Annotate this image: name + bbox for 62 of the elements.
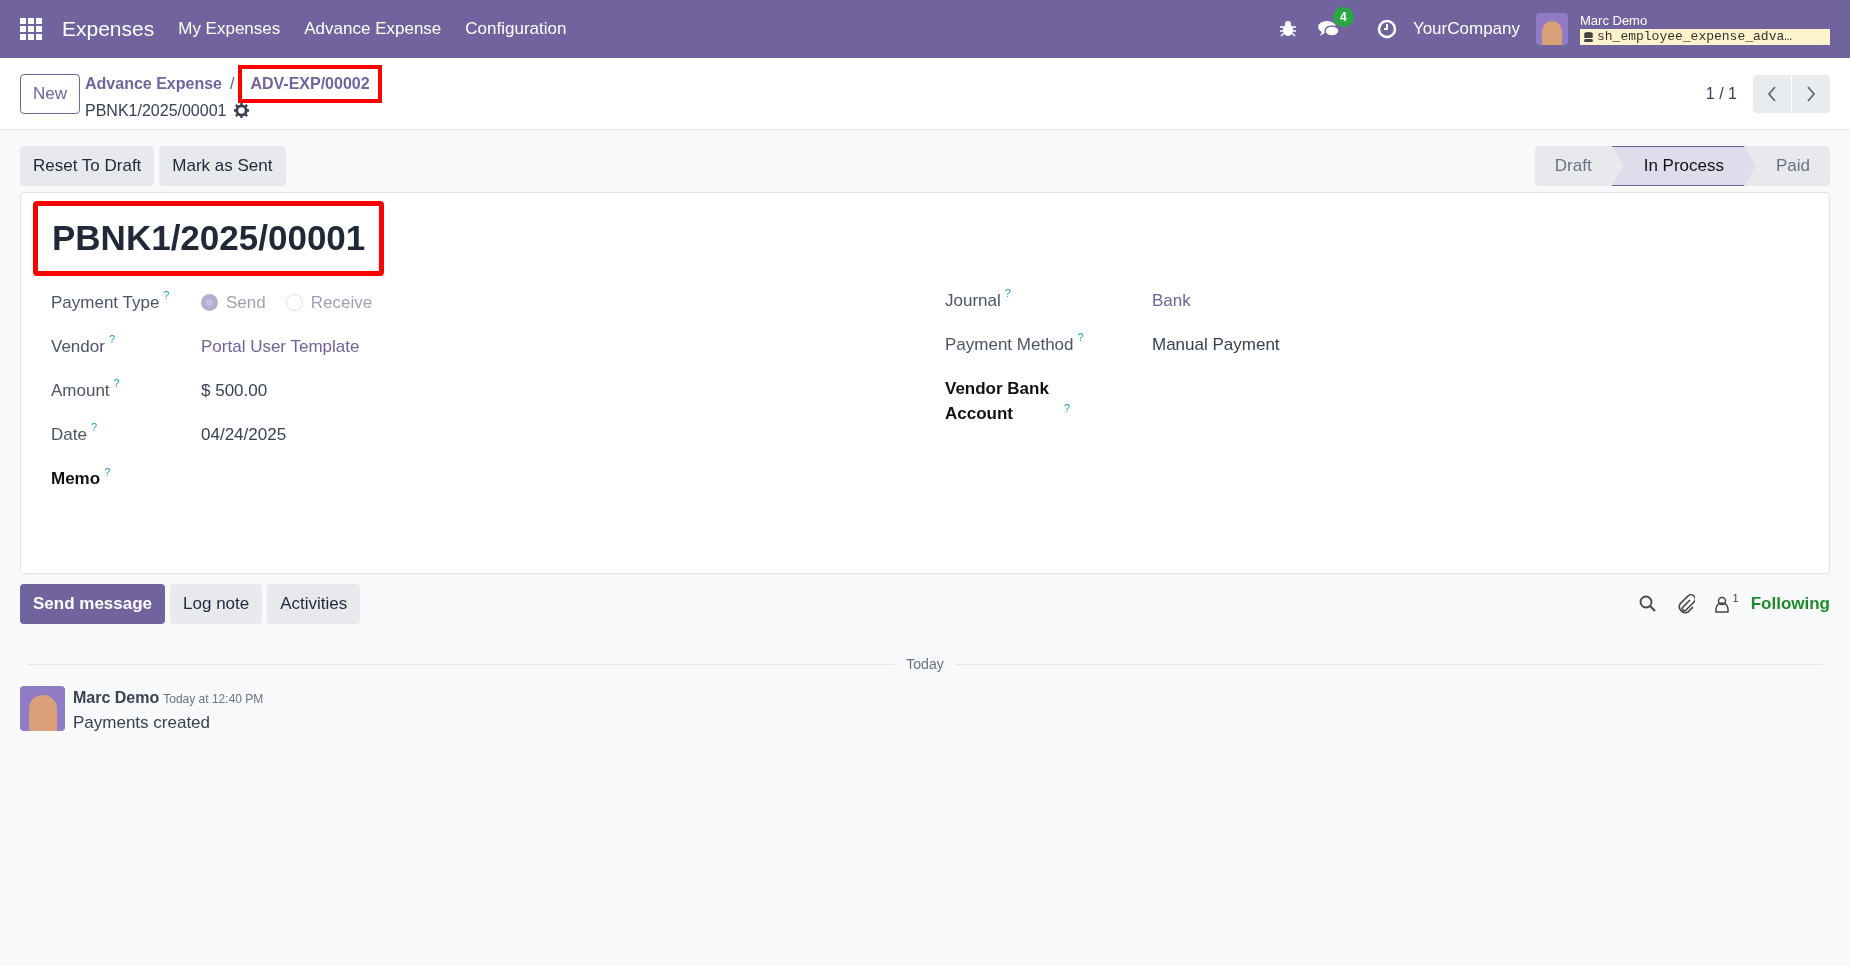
help-mark[interactable]: ?: [1064, 402, 1071, 415]
field-label: Vendor Bank Account: [945, 377, 1050, 425]
help-mark[interactable]: ?: [90, 421, 98, 434]
field-label: Date: [51, 423, 87, 446]
breadcrumb-current[interactable]: ADV-EXP/00002: [250, 74, 370, 92]
action-button[interactable]: Mark as Sent: [159, 146, 286, 186]
chatter-tab[interactable]: Log note: [170, 584, 263, 624]
field-label: Journal: [945, 289, 1001, 312]
chat-bubbles-icon[interactable]: [1316, 19, 1341, 39]
field-link[interactable]: Portal User Template: [201, 333, 360, 359]
nav-menu-item[interactable]: My Expenses: [178, 16, 281, 42]
status-stage[interactable]: Paid: [1755, 146, 1830, 186]
help-mark[interactable]: ?: [1077, 331, 1085, 344]
help-mark[interactable]: ?: [1004, 287, 1012, 300]
clock-icon[interactable]: [1376, 19, 1397, 39]
chevron-left-icon: [1767, 85, 1777, 102]
status-stage[interactable]: In Process: [1611, 146, 1756, 186]
nav-menu-item[interactable]: Configuration: [465, 16, 567, 42]
paperclip-icon[interactable]: [1676, 594, 1695, 614]
search-icon[interactable]: [1638, 595, 1657, 613]
field-link[interactable]: Bank: [1152, 287, 1191, 313]
field-label: Payment Type: [51, 291, 160, 314]
help-mark[interactable]: ?: [163, 289, 171, 302]
help-mark[interactable]: ?: [104, 467, 112, 479]
field-label: Vendor: [51, 335, 105, 358]
gear-icon[interactable]: [234, 103, 250, 118]
person-icon[interactable]: [1714, 595, 1729, 613]
new-button[interactable]: New: [20, 73, 80, 114]
status-stage[interactable]: Draft: [1534, 146, 1612, 186]
field-value: 04/24/2025: [201, 423, 287, 446]
message-time: Today at 12:40 PM: [163, 691, 264, 708]
field-label: Amount: [51, 379, 110, 402]
field-value: $ 500.00: [201, 379, 268, 402]
message-author[interactable]: Marc Demo: [73, 686, 160, 710]
help-mark[interactable]: ?: [108, 333, 116, 346]
unread-count-badge: 4: [1332, 7, 1354, 27]
chevron-right-icon: [1806, 85, 1816, 102]
author-avatar: [20, 686, 65, 731]
user-name[interactable]: Marc Demo: [1580, 12, 1830, 29]
pager-value: 1 / 1: [1705, 83, 1737, 104]
chatter-tab[interactable]: Activities: [267, 584, 361, 624]
message-body: Payments created: [73, 712, 211, 734]
field-label: Memo: [51, 467, 101, 490]
company-name[interactable]: YourCompany: [1412, 16, 1520, 42]
chatter-tab[interactable]: Send message: [20, 584, 166, 624]
field-value: Manual Payment: [1152, 333, 1280, 356]
field-label: Payment Method: [945, 333, 1074, 356]
following-button[interactable]: Following: [1750, 591, 1830, 617]
record-name: PBNK1/2025/00001: [85, 100, 227, 121]
nav-menu-item[interactable]: Advance Expense: [304, 16, 442, 42]
help-mark[interactable]: ?: [113, 377, 121, 390]
follower-count: 1: [1732, 590, 1739, 606]
app-name[interactable]: Expenses: [62, 13, 155, 45]
action-button[interactable]: Reset To Draft: [20, 146, 155, 186]
database-icon: [1584, 31, 1593, 43]
breadcrumb-separator: /: [229, 73, 235, 94]
database-name: sh_employee_expense_adva…: [1580, 29, 1830, 46]
record-title: PBNK1/2025/00001: [52, 217, 366, 259]
breadcrumb-link[interactable]: Advance Expense: [85, 71, 222, 96]
date-divider: Today: [906, 654, 944, 674]
apps-menu-icon[interactable]: [20, 18, 42, 40]
bug-icon[interactable]: [1278, 20, 1297, 38]
